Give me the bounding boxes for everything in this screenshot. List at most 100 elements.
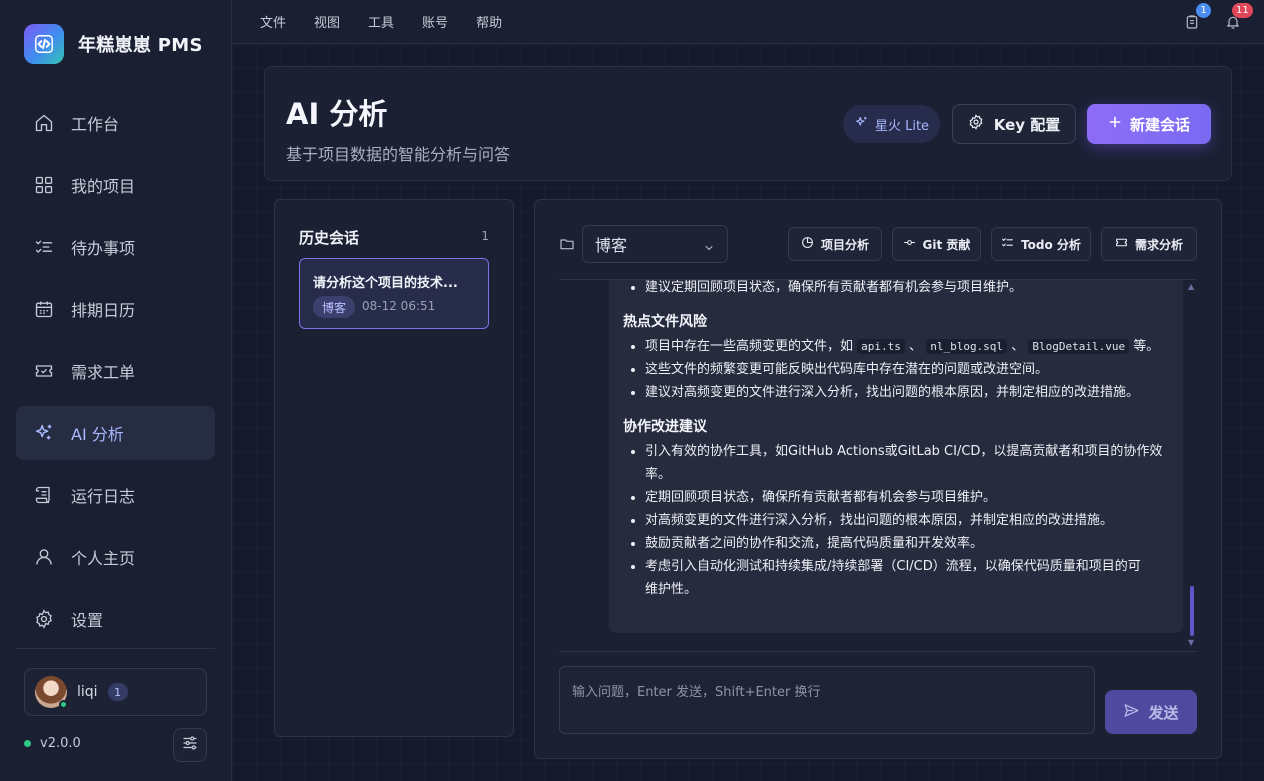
requirement-analysis-button[interactable]: 需求分析 bbox=[1101, 227, 1197, 261]
model-label: 星火 Lite bbox=[874, 118, 930, 134]
sidebar-item-label: 我的项目 bbox=[71, 177, 136, 196]
quick-action-label: 项目分析 bbox=[820, 237, 869, 252]
folder-icon bbox=[559, 236, 575, 256]
inline-code: nl_blog.sql bbox=[926, 339, 1008, 354]
menu-account[interactable]: 账号 bbox=[422, 12, 448, 31]
bullet-text: 引入有效的协作工具，如GitHub Actions或GitLab CI/CD，以… bbox=[645, 444, 1163, 459]
brand[interactable]: 年糕崽崽 PMS bbox=[24, 24, 203, 64]
user-card[interactable]: liqi 1 bbox=[24, 668, 207, 716]
message-list: 建议定期回顾项目状态，确保所有贡献者都有机会参与项目维护。 热点文件风险 项目中… bbox=[559, 280, 1209, 650]
message-bullet: 定期回顾项目状态，确保所有贡献者都有机会参与项目维护。 bbox=[645, 486, 1183, 509]
chat-panel: 博客 项目分析 Git 贡献 Todo 分析 需求分析 建议定期回顾项目状态，确… bbox=[534, 199, 1222, 759]
message-bullet: 鼓励贡献者之间的协作和交流，提高代码质量和开发效率。 bbox=[645, 532, 1183, 555]
sidebar-item-label: AI 分析 bbox=[71, 425, 124, 444]
message-bullet: 这些文件的频繁变更可能反映出代码库中存在潜在的问题或改进空间。 bbox=[645, 358, 1183, 381]
clipboard-badge: 1 bbox=[1196, 3, 1211, 18]
message-bullet: 引入有效的协作工具，如GitHub Actions或GitLab CI/CD，以… bbox=[645, 440, 1183, 486]
inline-code: api.ts bbox=[857, 339, 905, 354]
history-title: 历史会话 bbox=[299, 229, 360, 247]
menu-view[interactable]: 视图 bbox=[314, 12, 340, 31]
message-heading: 协作改进建议 bbox=[623, 419, 707, 435]
preferences-button[interactable] bbox=[173, 728, 207, 762]
version-label: v2.0.0 bbox=[40, 736, 81, 751]
message-heading: 热点文件风险 bbox=[623, 314, 707, 330]
version-indicator: v2.0.0 bbox=[24, 736, 81, 751]
message-list-block: 引入有效的协作工具，如GitHub Actions或GitLab CI/CD，以… bbox=[609, 440, 1183, 601]
grid-icon bbox=[33, 174, 55, 196]
avatar bbox=[35, 676, 68, 709]
menu-file[interactable]: 文件 bbox=[260, 12, 286, 31]
online-status-dot bbox=[59, 700, 68, 709]
bullet-text: 、 bbox=[1011, 339, 1025, 354]
assistant-message: 建议定期回顾项目状态，确保所有贡献者都有机会参与项目维护。 热点文件风险 项目中… bbox=[609, 280, 1183, 633]
page-title: AI 分析 bbox=[286, 97, 388, 131]
gear-icon bbox=[33, 608, 55, 630]
new-session-button[interactable]: 新建会话 bbox=[1087, 104, 1211, 144]
sidebar-item-calendar[interactable]: 排期日历 bbox=[16, 282, 215, 336]
project-select[interactable]: 博客 bbox=[582, 225, 728, 263]
message-bullet: 项目中存在一些高频变更的文件，如 api.ts 、 nl_blog.sql 、 … bbox=[645, 335, 1183, 358]
history-panel: 历史会话 1 请分析这个项目的技术... 博客 08-12 06:51 bbox=[274, 199, 514, 737]
sidebar-item-label: 个人主页 bbox=[71, 549, 136, 568]
chat-divider-bottom bbox=[559, 651, 1197, 652]
git-contrib-button[interactable]: Git 贡献 bbox=[892, 227, 981, 261]
menu-tools[interactable]: 工具 bbox=[368, 12, 394, 31]
new-session-label: 新建会话 bbox=[1129, 115, 1190, 134]
todo-analysis-button[interactable]: Todo 分析 bbox=[991, 227, 1091, 261]
history-item-time: 08-12 06:51 bbox=[362, 299, 436, 313]
pie-chart-icon bbox=[801, 236, 814, 252]
send-button[interactable]: 发送 bbox=[1105, 690, 1197, 734]
sparkle-icon bbox=[33, 422, 55, 444]
model-chip[interactable]: 星火 Lite bbox=[843, 105, 940, 143]
gear-icon bbox=[968, 114, 984, 134]
sidebar-item-profile[interactable]: 个人主页 bbox=[16, 530, 215, 584]
send-icon bbox=[1123, 702, 1140, 723]
key-config-label: Key 配置 bbox=[993, 115, 1061, 134]
sidebar-item-label: 设置 bbox=[71, 611, 104, 630]
sidebar-item-label: 待办事项 bbox=[71, 239, 136, 258]
message-bullet: 建议定期回顾项目状态，确保所有贡献者都有机会参与项目维护。 bbox=[645, 280, 1183, 299]
bullet-text: 等。 bbox=[1133, 339, 1160, 354]
quick-action-label: 需求分析 bbox=[1134, 237, 1183, 252]
user-name: liqi bbox=[77, 684, 98, 700]
inline-code: BlogDetail.vue bbox=[1028, 339, 1130, 354]
message-scrollbar[interactable]: ▲ ▼ bbox=[1188, 282, 1196, 647]
home-icon bbox=[33, 112, 55, 134]
checklist-icon bbox=[33, 236, 55, 258]
menubar: 文件 视图 工具 账号 帮助 1 11 bbox=[232, 0, 1264, 44]
user-icon bbox=[33, 546, 55, 568]
sidebar-item-label: 工作台 bbox=[71, 115, 120, 134]
message-bullet: 建议对高频变更的文件进行深入分析，找出问题的根本原因，并制定相应的改进措施。 bbox=[645, 381, 1183, 404]
sidebar-item-dashboard[interactable]: 工作台 bbox=[16, 96, 215, 150]
scroll-down-arrow-icon[interactable]: ▼ bbox=[1188, 638, 1194, 647]
message-list-block: 项目中存在一些高频变更的文件，如 api.ts 、 nl_blog.sql 、 … bbox=[609, 335, 1183, 404]
sidebar-item-settings[interactable]: 设置 bbox=[16, 592, 215, 646]
checklist-icon bbox=[1001, 236, 1014, 252]
chevron-down-icon bbox=[703, 239, 715, 258]
sidebar-item-ai-analysis[interactable]: AI 分析 bbox=[16, 406, 215, 460]
sidebar-item-label: 排期日历 bbox=[71, 301, 136, 320]
sidebar-item-todos[interactable]: 待办事项 bbox=[16, 220, 215, 274]
sidebar-item-requirements[interactable]: 需求工单 bbox=[16, 344, 215, 398]
history-count: 1 bbox=[481, 229, 489, 243]
question-input[interactable]: 输入问题，Enter 发送，Shift+Enter 换行 bbox=[559, 666, 1095, 734]
bullet-text: 考虑引入自动化测试和持续集成/持续部署（CI/CD）流程，以确保代码质量和项目的… bbox=[645, 559, 1141, 574]
project-analysis-button[interactable]: 项目分析 bbox=[788, 227, 882, 261]
page-subtitle: 基于项目数据的智能分析与问答 bbox=[286, 145, 511, 164]
git-commit-icon bbox=[903, 236, 916, 252]
key-config-button[interactable]: Key 配置 bbox=[952, 104, 1076, 144]
sidebar-item-logs[interactable]: 运行日志 bbox=[16, 468, 215, 522]
menu-help[interactable]: 帮助 bbox=[476, 12, 502, 31]
ticket-icon bbox=[1115, 236, 1128, 252]
bullet-text: 率。 bbox=[645, 467, 672, 482]
status-dot bbox=[24, 740, 31, 747]
user-badge: 1 bbox=[107, 683, 128, 701]
page-header: AI 分析 基于项目数据的智能分析与问答 星火 Lite Key 配置 新建会话 bbox=[264, 66, 1232, 181]
history-item[interactable]: 请分析这个项目的技术... 博客 08-12 06:51 bbox=[299, 258, 489, 329]
sidebar-item-label: 需求工单 bbox=[71, 363, 136, 382]
scroll-up-arrow-icon[interactable]: ▲ bbox=[1188, 282, 1194, 291]
scrollbar-thumb[interactable] bbox=[1190, 586, 1194, 636]
sidebar-item-projects[interactable]: 我的项目 bbox=[16, 158, 215, 212]
project-tag: 博客 bbox=[313, 296, 356, 318]
calendar-icon bbox=[33, 298, 55, 320]
